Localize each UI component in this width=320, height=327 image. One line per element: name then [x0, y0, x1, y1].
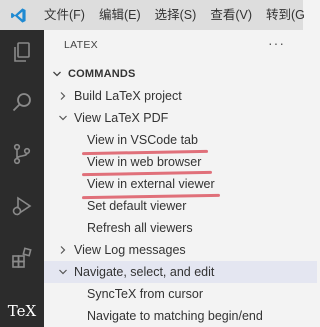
tree-item-synctex[interactable]: SyncTeX from cursor — [44, 283, 320, 305]
menu-view[interactable]: 查看(V) — [203, 0, 259, 30]
chevron-right-icon — [58, 91, 68, 101]
menu-edit[interactable]: 编辑(E) — [92, 0, 148, 30]
tree-item-label: View in VSCode tab — [87, 133, 198, 147]
source-control-icon[interactable] — [8, 140, 36, 168]
tree-item-label: View Log messages — [74, 243, 186, 257]
chevron-down-icon — [58, 114, 68, 122]
commands-section-header[interactable]: COMMANDS — [44, 63, 303, 85]
explorer-icon[interactable] — [8, 38, 36, 66]
menu-bar: 文件(F) 编辑(E) 选择(S) 查看(V) 转到(G — [0, 0, 305, 30]
tree-item-label: View LaTeX PDF — [74, 111, 169, 125]
tex-label: TeX — [7, 302, 37, 320]
chevron-down-icon — [58, 268, 68, 276]
sidebar-header: LATEX ··· — [44, 30, 303, 60]
tree-item-view-vscode-tab[interactable]: View in VSCode tab — [44, 129, 320, 151]
tree-item-navigate-begin-end[interactable]: Navigate to matching begin/end — [44, 305, 320, 327]
tree-item-view-pdf[interactable]: View LaTeX PDF — [44, 107, 317, 129]
tree-item-label: Navigate to matching begin/end — [87, 309, 263, 323]
chevron-down-icon — [52, 69, 66, 79]
tree-item-build[interactable]: Build LaTeX project — [44, 85, 317, 107]
tree-item-label: Refresh all viewers — [87, 221, 193, 235]
extensions-icon[interactable] — [8, 244, 36, 272]
activity-bar: TeX — [0, 30, 44, 327]
chevron-right-icon — [58, 245, 68, 255]
tree-item-label: Navigate, select, and edit — [74, 265, 215, 279]
tree-item-view-log[interactable]: View Log messages — [44, 239, 317, 261]
menu-file[interactable]: 文件(F) — [37, 0, 92, 30]
tree-item-view-external-viewer[interactable]: View in external viewer — [44, 173, 320, 195]
sidebar-title: LATEX — [64, 39, 98, 51]
tree-item-label: SyncTeX from cursor — [87, 287, 204, 301]
section-label: COMMANDS — [68, 68, 136, 80]
menu-go[interactable]: 转到(G — [259, 0, 312, 30]
more-actions-icon[interactable]: ··· — [268, 35, 285, 51]
tree-item-navigate[interactable]: Navigate, select, and edit — [44, 261, 317, 283]
tree-item-label: Build LaTeX project — [74, 89, 182, 103]
tree-item-label: View in external viewer — [87, 177, 215, 191]
run-debug-icon[interactable] — [8, 192, 36, 220]
tree-item-refresh-viewers[interactable]: Refresh all viewers — [44, 217, 320, 239]
tex-icon[interactable]: TeX — [0, 295, 44, 327]
menu-selection[interactable]: 选择(S) — [148, 0, 204, 30]
vscode-logo-icon — [10, 6, 27, 24]
sidebar: LATEX ··· COMMANDS Build LaTeX project V… — [44, 30, 317, 327]
search-icon[interactable] — [8, 88, 36, 116]
